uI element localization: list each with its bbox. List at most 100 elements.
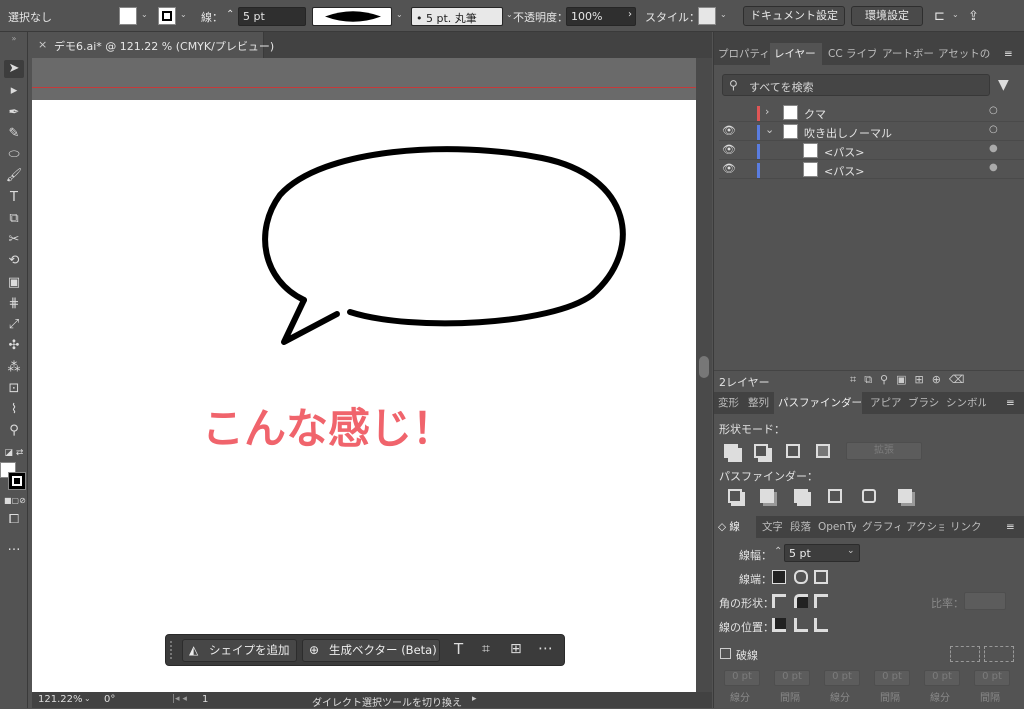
rotation-value[interactable]: 0°	[104, 694, 115, 705]
target-icon[interactable]: ●	[989, 143, 998, 154]
artboard[interactable]: こんな感じ！	[32, 100, 696, 692]
round-join-icon[interactable]	[794, 594, 808, 608]
mesh-tool-icon[interactable]: ⋕	[4, 295, 24, 313]
align-outside-icon[interactable]	[814, 618, 828, 632]
zoom-level[interactable]: 121.22%	[38, 694, 83, 705]
caption-text[interactable]: こんな感じ！	[202, 395, 454, 456]
chevron-down-icon[interactable]: ⌄	[84, 694, 91, 703]
drag-handle[interactable]	[170, 641, 174, 659]
slice-tool-icon[interactable]: ⌇	[4, 401, 24, 419]
eye-icon[interactable]: 👁	[722, 124, 736, 137]
tab-appearance[interactable]: アピア	[866, 392, 902, 414]
add-shape-button[interactable]: ◭ シェイプを追加	[182, 639, 297, 662]
chevron-down-icon[interactable]: ⌄	[847, 546, 855, 556]
chevron-down-icon[interactable]: ⌄	[141, 10, 148, 19]
align-inside-icon[interactable]	[794, 618, 808, 632]
tab-symbols[interactable]: シンボル	[942, 392, 986, 414]
dash-input[interactable]: 0 pt	[924, 670, 960, 686]
layer-row[interactable]: 👁 <パス> ●	[719, 161, 1024, 179]
outline-icon[interactable]	[862, 489, 876, 503]
path-name[interactable]: <パス>	[824, 163, 864, 179]
close-icon[interactable]: ×	[38, 38, 47, 51]
stroke-color-icon[interactable]	[8, 472, 26, 490]
screen-mode-icon[interactable]: ⧠	[4, 511, 24, 529]
gap-input[interactable]: 0 pt	[774, 670, 810, 686]
miter-join-icon[interactable]	[772, 594, 786, 608]
scale-tool-icon[interactable]: ⧉	[4, 210, 24, 228]
layer-row[interactable]: 👁 <パス> ●	[719, 142, 1024, 160]
puppet-warp-tool-icon[interactable]: ✣	[4, 337, 24, 355]
tab-character[interactable]: 文字	[758, 516, 782, 538]
unite-icon[interactable]	[724, 444, 738, 458]
butt-cap-icon[interactable]	[772, 570, 786, 584]
image-icon[interactable]: ⊞	[510, 641, 522, 657]
filter-icon[interactable]: ▼	[998, 77, 1009, 93]
symbol-sprayer-tool-icon[interactable]: ⁂	[4, 359, 24, 377]
crop-icon[interactable]: ⌗	[482, 641, 490, 657]
selection-tool-icon[interactable]: ➤	[4, 60, 24, 78]
type-icon[interactable]: T	[454, 640, 463, 658]
dash-input[interactable]: 0 pt	[724, 670, 760, 686]
stepper-icon[interactable]: ⌃	[226, 9, 234, 20]
preferences-button[interactable]: 環境設定	[851, 6, 923, 26]
chevron-down-icon[interactable]: ⌄	[506, 10, 513, 19]
layers-search-field[interactable]: ⚲ すべてを検索	[722, 74, 990, 96]
minus-back-icon[interactable]	[898, 489, 912, 503]
scissors-tool-icon[interactable]: ✂	[4, 231, 24, 249]
eye-icon[interactable]: 👁	[722, 143, 736, 156]
trim-icon[interactable]	[760, 489, 774, 503]
align-center-icon[interactable]	[772, 618, 786, 632]
document-tab[interactable]: × デモ6.ai* @ 121.22 % (CMYK/プレビュー)	[32, 32, 274, 58]
tab-links[interactable]: リンク	[946, 516, 986, 538]
chevron-right-icon[interactable]: ›	[628, 9, 632, 20]
artboard-tool-icon[interactable]: ⊡	[4, 380, 24, 398]
preserve-dash-icon[interactable]	[950, 646, 980, 662]
type-tool-icon[interactable]: T	[4, 189, 24, 207]
layer-row[interactable]: 👁 ⌄ 吹き出しノーマル ○	[719, 123, 1024, 141]
brush-definition[interactable]: • 5 pt. 丸筆	[411, 7, 503, 26]
variable-width-profile[interactable]	[312, 7, 392, 26]
miter-ratio-input[interactable]	[964, 592, 1006, 610]
artboard-number[interactable]: 1	[202, 694, 208, 705]
align-dash-icon[interactable]	[984, 646, 1014, 662]
zoom-tool-icon[interactable]: ⚲	[4, 422, 24, 440]
share-icon[interactable]: ⇪	[968, 9, 979, 24]
intersect-icon[interactable]	[786, 444, 800, 458]
direct-selection-tool-icon[interactable]: ▸	[4, 82, 24, 100]
projecting-cap-icon[interactable]	[814, 570, 828, 584]
default-colors-icon[interactable]: ◪ ⇄	[4, 444, 24, 462]
minus-front-icon[interactable]	[754, 444, 768, 458]
speech-bubble[interactable]	[32, 100, 696, 400]
tab-cc-libraries[interactable]: CC ライブ	[824, 43, 876, 65]
tab-asset-export[interactable]: アセットの	[934, 43, 990, 65]
ellipse-tool-icon[interactable]: ⬭	[4, 146, 24, 164]
gap-input[interactable]: 0 pt	[974, 670, 1010, 686]
path-name[interactable]: <パス>	[824, 144, 864, 160]
tab-artboards[interactable]: アートボー	[878, 43, 933, 65]
gap-input[interactable]: 0 pt	[874, 670, 910, 686]
chevron-right-icon[interactable]: ▸	[472, 694, 477, 704]
bevel-join-icon[interactable]	[814, 594, 828, 608]
chevron-right-icon[interactable]: ›	[765, 105, 769, 118]
crop-pf-icon[interactable]	[828, 489, 842, 503]
scrollbar-thumb[interactable]	[699, 356, 709, 378]
dash-input[interactable]: 0 pt	[824, 670, 860, 686]
chevron-down-icon[interactable]: ⌄	[396, 10, 403, 19]
tab-pathfinder[interactable]: パスファインダー	[774, 392, 862, 414]
tab-transform[interactable]: 変形	[714, 392, 742, 414]
arrange-documents-icon[interactable]: ⊏	[934, 9, 945, 24]
target-icon[interactable]: ○	[989, 105, 998, 116]
chevron-down-icon[interactable]: ⌄	[952, 10, 959, 19]
color-mode-icons[interactable]: ■▢⊘	[4, 492, 26, 510]
tab-opentype[interactable]: OpenTy	[814, 516, 856, 538]
layer-row[interactable]: › クマ ○	[719, 104, 1024, 122]
eye-icon[interactable]: 👁	[722, 162, 736, 175]
tab-paragraph[interactable]: 段落	[786, 516, 812, 538]
layer-action-icons[interactable]: ⌗⧉⚲▣⊞⊕⌫	[850, 373, 973, 387]
shape-builder-tool-icon[interactable]: ⟲	[4, 252, 24, 270]
graphic-style-swatch[interactable]	[698, 7, 716, 25]
stroke-swatch[interactable]	[158, 7, 176, 25]
chevron-down-icon[interactable]: ⌄	[720, 10, 727, 19]
tab-stroke[interactable]: ◇ 線	[714, 516, 756, 538]
artboard-nav-icons[interactable]: |◂ ◂	[172, 694, 187, 704]
